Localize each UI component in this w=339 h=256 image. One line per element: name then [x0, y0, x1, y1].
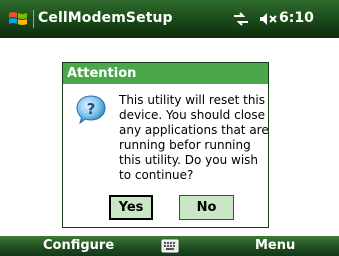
windows-start-icon[interactable]	[7, 8, 29, 30]
no-button[interactable]: No	[178, 194, 235, 221]
menu-softkey[interactable]: Menu	[255, 238, 295, 253]
app-title: CellModemSetup	[38, 10, 173, 26]
configure-softkey[interactable]: Configure	[43, 238, 114, 253]
dialog-message: This utility will reset this device. You…	[119, 93, 269, 182]
keyboard-icon[interactable]	[161, 239, 179, 253]
softkey-bar: Configure Menu	[0, 236, 339, 256]
title-separator	[33, 10, 34, 28]
clock[interactable]: 6:10	[279, 10, 314, 26]
volume-muted-icon[interactable]	[259, 11, 277, 27]
dialog-title: Attention	[63, 63, 268, 84]
svg-text:?: ?	[87, 100, 96, 118]
connectivity-icon[interactable]	[232, 11, 250, 27]
yes-button[interactable]: Yes	[108, 194, 154, 221]
question-icon: ?	[76, 95, 106, 125]
attention-dialog: Attention ? This utility will reset this…	[62, 62, 269, 228]
title-bar: CellModemSetup 6:10	[0, 0, 339, 38]
